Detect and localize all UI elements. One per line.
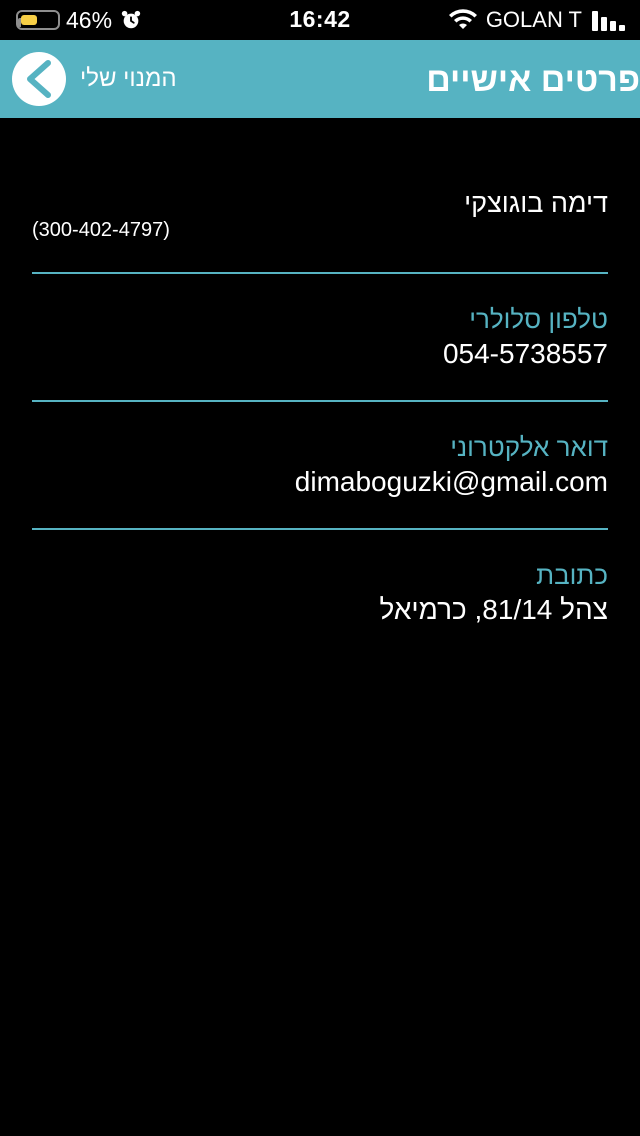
- carrier-name: GOLAN T: [485, 7, 582, 32]
- mobile-phone-label: טלפון סלולרי: [469, 304, 608, 334]
- person-id: (300-402-4797): [32, 219, 170, 241]
- page-title: פרטים אישיים: [426, 61, 640, 99]
- email-label: דואר אלקטרוני: [450, 432, 608, 462]
- email-field: דואר אלקטרוני dimaboguzki@gmail.com: [32, 402, 608, 530]
- status-right-group: GOLAN T: [448, 6, 628, 34]
- back-button[interactable]: המנוי שלי: [12, 52, 177, 106]
- mobile-phone-value: 054-5738557: [442, 338, 608, 369]
- navigation-bar: המנוי שלי פרטים אישיים: [0, 40, 640, 118]
- profile-header: דימה בוגוצקי (300-402-4797): [32, 118, 608, 274]
- back-circle[interactable]: [12, 52, 66, 106]
- back-label[interactable]: המנוי שלי: [80, 65, 177, 93]
- mobile-phone-field: טלפון סלולרי 054-5738557: [32, 274, 608, 402]
- status-bar: 46% 16:42 GOLAN T: [0, 0, 640, 40]
- person-name: דימה בוגוצקי: [464, 188, 608, 218]
- chevron-left-icon: [27, 60, 51, 98]
- address-label: כתובת: [536, 560, 608, 590]
- email-value: dimaboguzki@gmail.com: [294, 466, 608, 497]
- personal-details-content: דימה בוגוצקי (300-402-4797) טלפון סלולרי…: [32, 118, 608, 656]
- wifi-icon: [448, 9, 477, 29]
- address-value: צהל 81/14, כרמיאל: [379, 594, 608, 625]
- signal-strength-icon: [592, 11, 625, 31]
- address-field: כתובת צהל 81/14, כרמיאל: [32, 530, 608, 656]
